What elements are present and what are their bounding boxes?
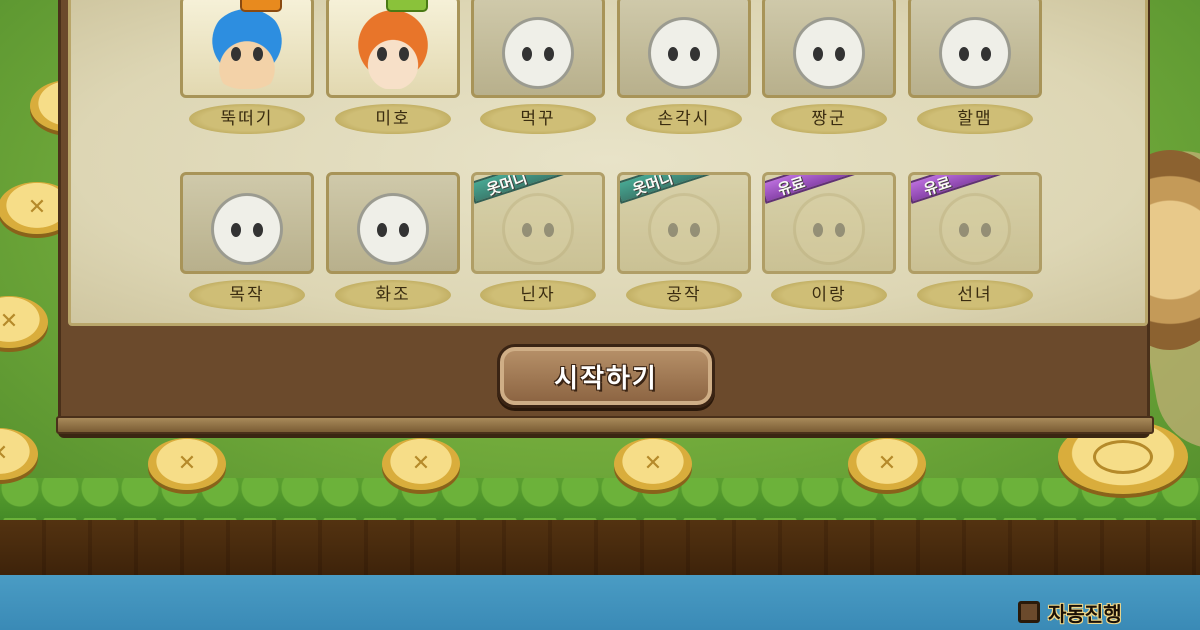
coin-tile-icon: ✕: [148, 438, 226, 490]
monkey-face-icon: [1093, 440, 1153, 474]
cliff-wall: [0, 520, 1200, 580]
character-card-1[interactable]: [180, 0, 314, 98]
character-card-11[interactable]: 유료: [762, 172, 896, 274]
character-portrait-icon: [353, 9, 433, 89]
character-portrait-icon: [498, 9, 578, 89]
character-card-2[interactable]: [326, 0, 460, 98]
character-card-3[interactable]: [471, 0, 605, 98]
character-card-12[interactable]: 유료: [908, 172, 1042, 274]
character-name-label: 먹꾸: [480, 104, 596, 134]
character-portrait-icon: [498, 185, 578, 265]
character-name-label: 공작: [626, 280, 742, 310]
character-name-label: 닌자: [480, 280, 596, 310]
level-badge-icon: [240, 0, 282, 12]
character-name-label: 화조: [335, 280, 451, 310]
character-card-10[interactable]: 옷머니: [617, 172, 751, 274]
character-card-6[interactable]: [908, 0, 1042, 98]
character-card-8[interactable]: [326, 172, 460, 274]
x-mark-icon: ✕: [27, 195, 47, 220]
character-name-label: 선녀: [917, 280, 1033, 310]
character-portrait-icon: [789, 9, 869, 89]
coin-tile-icon: ✕: [848, 438, 926, 490]
character-name-label: 이랑: [771, 280, 887, 310]
character-portrait-icon: [207, 185, 287, 265]
panel-bottom-bar: [56, 416, 1154, 434]
character-card-7[interactable]: [180, 172, 314, 274]
character-portrait-icon: [935, 9, 1015, 89]
character-name-label: 목작: [189, 280, 305, 310]
x-mark-icon: ✕: [877, 451, 897, 476]
start-button[interactable]: 시작하기: [497, 344, 715, 408]
character-name-label: 손각시: [626, 104, 742, 134]
character-portrait-icon: [935, 185, 1015, 265]
x-mark-icon: ✕: [177, 451, 197, 476]
x-mark-icon: ✕: [0, 309, 19, 334]
start-button-label: 시작하기: [554, 363, 658, 394]
character-name-label: 짱군: [771, 104, 887, 134]
character-portrait-icon: [789, 185, 869, 265]
x-mark-icon: ✕: [0, 443, 8, 465]
character-portrait-icon: [353, 185, 433, 265]
x-mark-icon: ✕: [411, 451, 431, 476]
coin-tile-icon: ✕: [382, 438, 460, 490]
auto-play-label: 자동진행: [1048, 601, 1122, 626]
level-badge-icon: [386, 0, 428, 12]
character-portrait-icon: [207, 9, 287, 89]
character-card-5[interactable]: [762, 0, 896, 98]
coin-tile-icon: ✕: [614, 438, 692, 490]
character-name-label: 할맴: [917, 104, 1033, 134]
auto-play-checkbox[interactable]: [1018, 601, 1040, 623]
character-portrait-icon: [644, 185, 724, 265]
character-card-9[interactable]: 옷머니: [471, 172, 605, 274]
auto-play-toggle[interactable]: 자동진행: [1018, 598, 1122, 626]
character-name-label: 뚝떠기: [189, 104, 305, 134]
character-card-4[interactable]: [617, 0, 751, 98]
character-name-label: 미호: [335, 104, 451, 134]
x-mark-icon: ✕: [643, 451, 663, 476]
character-portrait-icon: [644, 9, 724, 89]
